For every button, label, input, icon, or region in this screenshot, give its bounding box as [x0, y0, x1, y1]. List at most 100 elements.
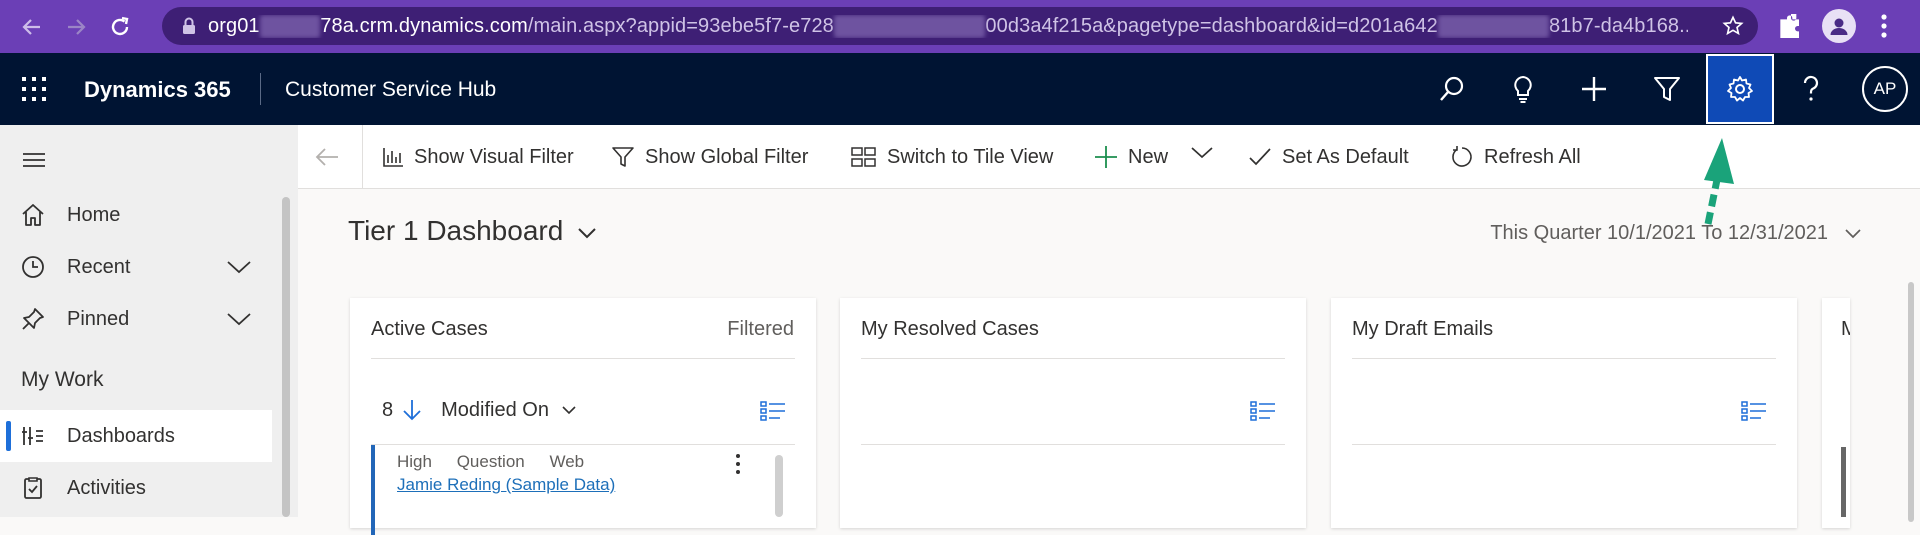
sitemap-sidebar: Home Recent Pinned My Work Dashboards Ac… — [0, 125, 298, 517]
sidebar-item-dashboards[interactable]: Dashboards — [0, 410, 272, 462]
back-arrow-icon[interactable] — [312, 143, 342, 171]
browser-toolbar: org01xxxxxx78a.crm.dynamics.com/main.asp… — [0, 0, 1920, 53]
chevron-down-icon[interactable] — [1190, 145, 1214, 161]
clock-icon — [20, 254, 46, 280]
hamburger-menu-icon[interactable] — [22, 151, 46, 169]
sidebar-item-label: Recent — [67, 255, 131, 278]
search-icon[interactable] — [1434, 71, 1470, 107]
more-options-icon[interactable] — [735, 453, 741, 475]
my-resolved-cases-card: My Resolved Cases — [840, 298, 1306, 528]
add-icon[interactable] — [1576, 71, 1612, 107]
list-view-icon[interactable] — [760, 401, 786, 421]
dashboard-title: Tier 1 Dashboard — [348, 215, 564, 246]
reload-icon[interactable] — [98, 5, 142, 49]
command-label: Switch to Tile View — [887, 145, 1054, 168]
command-bar: Show Visual Filter Show Global Filter Sw… — [298, 125, 1920, 189]
lock-icon — [182, 17, 196, 35]
show-global-filter-button[interactable]: Show Global Filter — [611, 125, 808, 189]
chevron-down-icon[interactable] — [561, 404, 577, 416]
back-icon[interactable] — [10, 5, 54, 49]
tile-view-icon — [851, 146, 877, 168]
filter-icon — [611, 145, 635, 169]
user-avatar[interactable]: AP — [1862, 66, 1908, 112]
address-bar[interactable]: org01xxxxxx78a.crm.dynamics.com/main.asp… — [162, 7, 1758, 45]
app-header: Dynamics 365 Customer Service Hub AP — [0, 53, 1920, 125]
sidebar-item-pinned[interactable]: Pinned — [0, 293, 272, 345]
dashboard-scrollbar[interactable] — [1908, 282, 1914, 522]
card-divider — [371, 358, 795, 359]
command-label: Set As Default — [1282, 145, 1409, 168]
list-view-icon[interactable] — [1741, 401, 1767, 421]
dashboard-selector[interactable]: Tier 1 Dashboard — [348, 215, 597, 247]
forward-icon[interactable] — [54, 5, 98, 49]
sort-row: 8 Modified On — [382, 398, 577, 422]
selected-indicator — [6, 421, 11, 451]
bookmark-star-icon[interactable] — [1722, 15, 1744, 37]
refresh-all-button[interactable]: Refresh All — [1450, 125, 1581, 189]
help-icon[interactable] — [1793, 71, 1829, 107]
brand-title[interactable]: Dynamics 365 — [84, 77, 231, 103]
plus-icon — [1094, 145, 1118, 169]
header-divider — [260, 73, 261, 105]
record-count: 8 — [382, 398, 394, 421]
dashboard-icon — [20, 423, 46, 449]
command-label: Show Global Filter — [645, 145, 809, 168]
settings-button[interactable] — [1706, 54, 1774, 124]
app-launcher-icon[interactable] — [18, 73, 50, 105]
filter-icon[interactable] — [1649, 71, 1685, 107]
list-view-icon[interactable] — [1250, 401, 1276, 421]
card-divider — [861, 358, 1285, 359]
chevron-down-icon[interactable] — [226, 259, 252, 275]
home-icon — [20, 202, 46, 228]
sidebar-item-recent[interactable]: Recent — [0, 241, 272, 293]
sidebar-item-label: Activities — [67, 476, 146, 499]
profile-icon[interactable] — [1822, 9, 1856, 43]
new-button[interactable]: New — [1094, 125, 1168, 189]
set-as-default-button[interactable]: Set As Default — [1248, 125, 1409, 189]
url-text: org01xxxxxx78a.crm.dynamics.com/main.asp… — [208, 14, 1688, 38]
refresh-icon — [1450, 145, 1474, 169]
app-name[interactable]: Customer Service Hub — [285, 78, 496, 102]
my-draft-emails-card: My Draft Emails — [1331, 298, 1797, 528]
period-selector[interactable]: This Quarter 10/1/2021 To 12/31/2021 — [1490, 222, 1862, 245]
extensions-icon[interactable] — [1775, 9, 1807, 43]
switch-to-tile-view-button[interactable]: Switch to Tile View — [851, 125, 1053, 189]
lightbulb-icon[interactable] — [1505, 71, 1541, 107]
gear-icon — [1725, 74, 1755, 104]
command-label: New — [1128, 145, 1169, 168]
sidebar-item-activities[interactable]: Activities — [0, 462, 272, 514]
sort-descending-icon[interactable] — [401, 398, 423, 422]
card-divider — [1352, 444, 1776, 445]
section-title: My Work — [21, 368, 104, 391]
command-divider — [362, 125, 363, 189]
chevron-down-icon — [1844, 228, 1862, 240]
priority-tag: High — [397, 452, 432, 471]
customer-link[interactable]: Jamie Reding (Sample Data) — [397, 475, 615, 495]
browser-menu-icon[interactable] — [1880, 9, 1888, 43]
list-item[interactable]: High Question Web Jamie Reding (Sample D… — [371, 445, 775, 535]
period-label: This Quarter 10/1/2021 To 12/31/2021 — [1490, 222, 1828, 244]
origin-tag: Web — [549, 452, 585, 471]
checkmark-icon — [1248, 146, 1272, 168]
activities-icon — [20, 475, 46, 501]
command-label: Show Visual Filter — [414, 145, 574, 168]
partial-card-bar — [1841, 447, 1846, 517]
bar-chart-icon — [382, 146, 404, 168]
show-visual-filter-button[interactable]: Show Visual Filter — [382, 125, 574, 189]
card-scrollbar[interactable] — [775, 455, 783, 517]
card-title: My Draft Emails — [1352, 318, 1494, 340]
chevron-down-icon — [577, 226, 597, 240]
card-title: My Resolved Cases — [861, 318, 1039, 340]
chevron-down-icon[interactable] — [226, 311, 252, 327]
sidebar-item-label: Home — [67, 203, 121, 226]
card-divider — [1352, 358, 1776, 359]
command-label: Refresh All — [1484, 145, 1581, 168]
sort-field[interactable]: Modified On — [441, 399, 549, 422]
card-divider — [861, 444, 1285, 445]
annotation-arrow-icon — [1700, 130, 1740, 230]
record-tags: High Question Web — [397, 452, 604, 472]
card-title: M — [1841, 318, 1850, 340]
sidebar-scrollbar[interactable] — [282, 197, 290, 517]
sidebar-item-home[interactable]: Home — [0, 189, 272, 241]
sidebar-item-label: Dashboards — [67, 424, 175, 447]
